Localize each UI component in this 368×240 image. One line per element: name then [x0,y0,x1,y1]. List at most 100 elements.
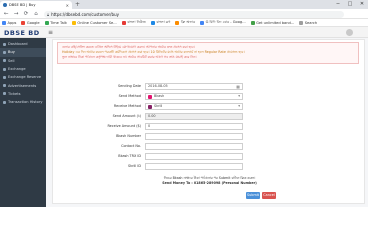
chevron-down-icon: ▾ [238,94,240,98]
contact-no-input[interactable] [145,143,243,150]
sidebar-item-tickets[interactable]: Tickets [0,90,46,98]
notice-line: ভুল নাম্বারে টাকা পাঠালে কর্তৃপক্ষ দায়ী… [62,55,197,59]
bookmark-label: Time Talk [50,20,67,25]
close-window-button[interactable]: ✕ [356,0,368,9]
sidebar-item-buy[interactable]: Buy [0,48,46,57]
form-row-contact-no: Contact No. [53,143,366,151]
sidebar: Dashboard Buy Sell Exchange Exchange Reserve… [0,38,46,207]
skrill-id-input[interactable] [145,163,243,170]
sending-date-input[interactable]: 2016-08-05 ▦ [145,83,243,90]
bookmark-icon [21,20,26,25]
browser-tabstrip: DBSE BD | Buy ✕ + ─ □ ✕ [0,0,368,9]
home-icon[interactable]: ⌂ [32,10,40,18]
address-bar[interactable]: 🔒︎ https://dbsebd.com/customer/buy [44,10,344,18]
bookmark-icon [121,20,126,25]
calendar-icon[interactable]: ▦ [236,84,240,89]
bookmark-item[interactable]: বাংলা নিউজ [121,19,146,26]
bookmark-item[interactable]: Online Customer Se... [71,20,117,25]
site-logo[interactable]: DBSE BD [4,29,40,37]
sidebar-item-icon [3,67,6,71]
send-amount-input[interactable]: 0.00 [145,113,243,120]
sidebar-item-icon [3,59,6,63]
bkash-number-input[interactable] [145,133,243,140]
sidebar-item-icon [3,50,6,54]
form-row-send-method: Send Method Bkash ▾ [53,93,366,101]
bookmark-item[interactable]: G বিদি বিদ বোর - Goog... [200,19,246,26]
bookmark-icon [299,20,304,25]
maximize-button[interactable]: □ [344,0,356,9]
back-icon[interactable]: ← [2,10,10,18]
send-amount-value: 0.00 [148,114,156,118]
bkash-icon [148,94,152,99]
receive-amount-input[interactable]: 0 [145,123,243,130]
receive-method-select[interactable]: Skrill ▾ [145,103,243,110]
form-row-bkash-trx-id: Bkash TRX ID [53,153,366,161]
form-row-receive-method: Receive Method Skrill ▾ [53,103,366,111]
sidebar-item-label: Advertisements [8,83,37,88]
bookmark-item[interactable]: ফ্রি অফার [175,19,195,26]
buy-form-card: ডলার বাই/সেলিং করতে এপ্রিল অফিস টাইমে যো… [52,39,365,204]
bookmark-icon [250,20,255,25]
footnote-send-money: Send Money To : 01865-289098 (Personal N… [162,181,257,185]
bookmark-icon [200,20,205,25]
bookmark-label: বাংলা ব্লগ [156,20,171,24]
sidebar-item-label: Buy [8,50,15,55]
bookmark-item[interactable]: Apps [2,20,17,25]
bookmark-item[interactable]: Get unlimited band... [250,20,295,25]
sending-date-value: 2016-08-05 [148,84,168,88]
form-row-sending-date: Sending Date 2016-08-05 ▦ [53,83,366,91]
close-tab-icon[interactable]: ✕ [66,3,69,8]
bookmark-label: Get unlimited band... [256,20,295,25]
sidebar-item-transaction-history[interactable]: Transaction History [0,98,46,106]
sidebar-item-dashboard[interactable]: Dashboard [0,40,46,48]
notice-box: ডলার বাই/সেলিং করতে এপ্রিল অফিস টাইমে যো… [57,42,359,64]
bkash-trx-id-label: Bkash TRX ID [118,154,141,158]
send-amount-label: Send Amount (৳) [112,114,141,118]
sidebar-item-label: Exchange Reserve [8,75,42,80]
send-method-select[interactable]: Bkash ▾ [145,93,243,100]
bookmark-item[interactable]: Google [21,20,40,25]
skrill-icon [148,104,152,109]
receive-amount-value: 0 [148,124,151,128]
receive-method-value: Skrill [154,104,163,108]
menu-toggle-icon[interactable]: ≡ [48,29,53,36]
bookmark-icon [150,20,155,25]
sidebar-item-label: Tickets [8,91,21,96]
sidebar-item-exchange[interactable]: Exchange [0,65,46,73]
sidebar-item-icon [3,75,6,79]
sidebar-item-sell[interactable]: Sell [0,57,46,65]
sidebar-item-label: Transaction History [8,100,43,105]
bookmark-label: বাংলা নিউজ [127,20,146,24]
bookmark-label: Online Customer Se... [77,20,117,25]
sidebar-item-icon [3,84,6,88]
bkash-trx-id-input[interactable] [145,153,243,160]
new-tab-button[interactable]: + [75,1,80,8]
avatar[interactable] [346,29,353,36]
forward-icon[interactable]: → [12,10,20,18]
favicon-icon [3,3,7,7]
bookmark-label: Search [304,20,318,25]
browser-tab[interactable]: DBSE BD | Buy ✕ [0,1,72,9]
cancel-button[interactable]: Cancel [262,192,276,199]
sidebar-item-exchange-reserve[interactable]: Exchange Reserve [0,73,46,81]
bookmark-icon [2,20,6,25]
bookmark-label: ফ্রি অফার [180,20,196,24]
reload-icon[interactable]: ⟳ [22,10,30,18]
sidebar-item-advertisements[interactable]: Advertisements [0,81,46,89]
sidebar-item-icon [3,100,6,104]
submit-button[interactable]: Submit [246,192,260,199]
sidebar-item-label: Sell [8,58,15,63]
bookmark-label: Google [26,20,40,25]
bookmark-label: Apps [7,20,17,25]
chevron-down-icon: ▾ [238,104,240,108]
app-header: DBSE BD ≡ [0,27,368,38]
sidebar-item-label: Dashboard [8,42,28,47]
receive-amount-label: Receive Amount ($) [107,124,141,128]
receive-method-label: Receive Method [113,104,141,108]
bookmark-item[interactable]: বাংলা ব্লগ [150,19,171,26]
minimize-button[interactable]: ─ [332,0,344,9]
bookmark-item[interactable]: Search [299,20,318,25]
bookmark-item[interactable]: Time Talk [44,20,67,25]
sidebar-item-label: Exchange [8,67,26,72]
browser-toolbar: ← → ⟳ ⌂ 🔒︎ https://dbsebd.com/customer/b… [0,9,368,19]
